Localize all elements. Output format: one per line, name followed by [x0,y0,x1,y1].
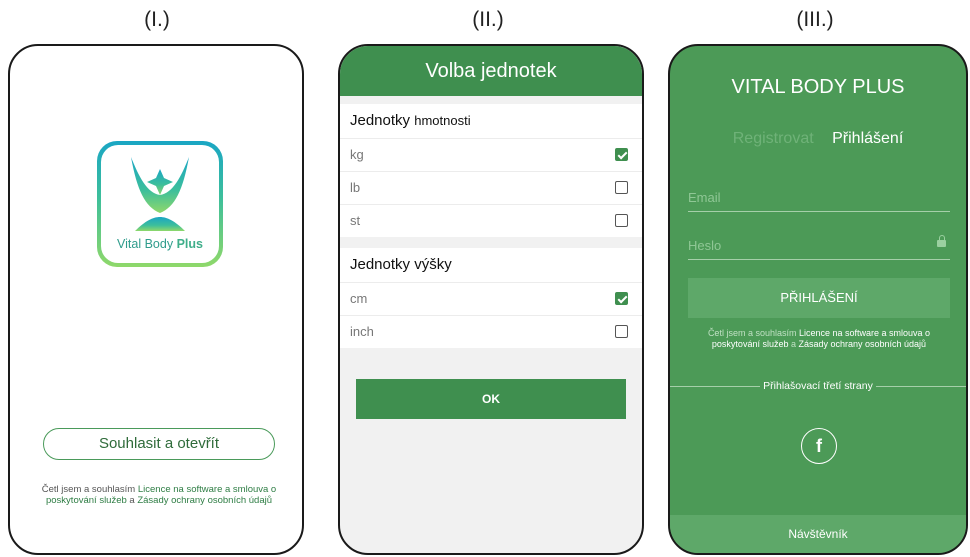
checkbox-checked-icon[interactable] [615,292,628,305]
weight-units-section: Jednotky hmotnosti kg lb st [340,104,642,237]
checkbox-empty-icon[interactable] [615,181,628,194]
label-screen-2: (II.) [472,8,504,31]
legal-notice: Četl jsem a souhlasím Licence na softwar… [707,328,931,349]
agree-and-open-button[interactable]: Souhlasit a otevřít [43,428,275,460]
email-field[interactable]: Email [688,171,950,212]
weight-units-title: Jednotky hmotnosti [350,112,471,129]
unit-option-cm[interactable]: cm [340,282,642,315]
third-party-label: Přihlašovací třetí strany [760,380,876,392]
privacy-link[interactable]: Zásady ochrany osobních údajů [798,339,926,349]
app-logo-icon: Vital Body Plus [97,141,223,267]
checkbox-empty-icon[interactable] [615,325,628,338]
checkbox-empty-icon[interactable] [615,214,628,227]
label-screen-1: (I.) [144,8,170,31]
tab-register[interactable]: Registrovat [733,130,814,147]
auth-tabs: Registrovat Přihlášení [670,130,966,148]
login-button[interactable]: PŘIHLÁŠENÍ [688,278,950,318]
password-field[interactable]: Heslo [688,219,950,260]
height-units-section: Jednotky výšky cm inch [340,248,642,348]
phone-screen-units: Volba jednotek Jednotky hmotnosti kg lb … [338,44,644,555]
logo-text: Vital Body Plus [117,237,203,251]
facebook-icon[interactable]: f [801,428,837,464]
ok-button[interactable]: OK [356,379,626,419]
height-units-title: Jednotky výšky [350,256,452,273]
app-title: VITAL BODY PLUS [731,76,905,98]
phone-screen-login: VITAL BODY PLUS Registrovat Přihlášení E… [668,44,968,555]
unit-option-st[interactable]: st [340,204,642,237]
unit-option-kg[interactable]: kg [340,138,642,171]
third-party-divider: Přihlašovací třetí strany [670,379,966,393]
visitor-button[interactable]: Návštěvník [670,515,966,553]
unit-option-lb[interactable]: lb [340,171,642,204]
lock-icon [937,235,946,247]
page-title: Volba jednotek [340,46,642,96]
legal-notice: Četl jsem a souhlasím Licence na softwar… [41,484,277,506]
privacy-link[interactable]: Zásady ochrany osobních údajů [137,495,272,506]
label-screen-3: (III.) [796,8,834,31]
phone-screen-welcome: Vital Body Plus Souhlasit a otevřít Četl… [8,44,304,555]
tab-login[interactable]: Přihlášení [832,130,903,147]
unit-option-inch[interactable]: inch [340,315,642,348]
checkbox-checked-icon[interactable] [615,148,628,161]
